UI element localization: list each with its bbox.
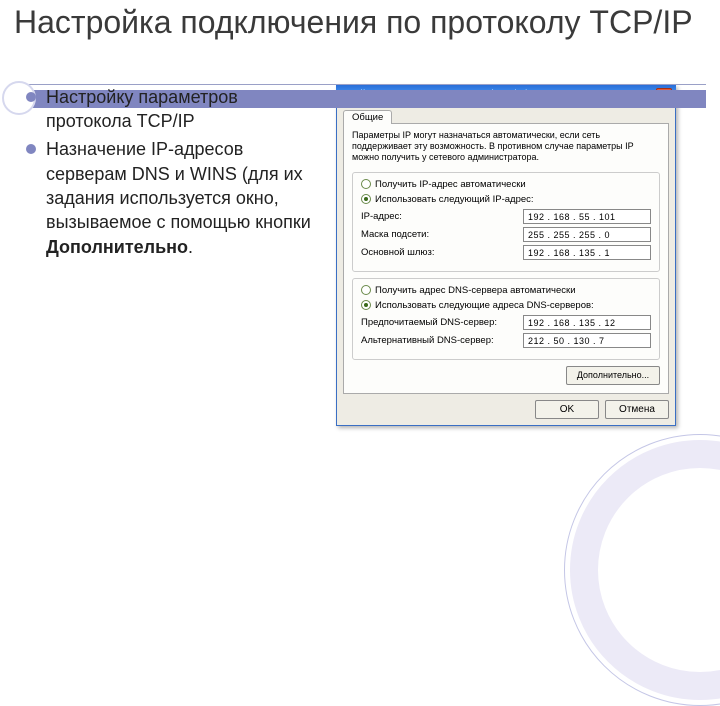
cancel-button[interactable]: Отмена	[605, 400, 669, 419]
radio-manual-dns[interactable]	[361, 300, 371, 310]
radio-auto-dns[interactable]	[361, 285, 371, 295]
tab-general[interactable]: Общие	[343, 110, 392, 124]
label-ip: IP-адрес:	[361, 211, 523, 222]
label-dns1: Предпочитаемый DNS-сервер:	[361, 317, 523, 328]
ip-field[interactable]: 192 . 168 . 55 . 101	[523, 209, 651, 224]
radio-manual-ip[interactable]	[361, 194, 371, 204]
gateway-field[interactable]: 192 . 168 . 135 . 1	[523, 245, 651, 260]
advanced-button[interactable]: Дополнительно...	[566, 366, 660, 385]
hint-text: Параметры IP могут назначаться автоматич…	[352, 130, 660, 164]
list-item: Назначение IP-адресов серверам DNS и WIN…	[22, 137, 322, 258]
label-gateway: Основной шлюз:	[361, 247, 523, 258]
bullet-text: .	[188, 237, 193, 257]
footer-decoration	[570, 440, 720, 700]
bullet-text: Назначение IP-адресов серверам DNS и WIN…	[46, 139, 311, 232]
list-item: Настройку параметров протокола TCP/IP	[22, 85, 322, 134]
radio-label: Использовать следующий IP-адрес:	[375, 194, 534, 205]
mask-field[interactable]: 255 . 255 . 255 . 0	[523, 227, 651, 242]
dns2-field[interactable]: 212 . 50 . 130 . 7	[523, 333, 651, 348]
radio-label: Получить IP-адрес автоматически	[375, 179, 526, 190]
radio-label: Использовать следующие адреса DNS-сервер…	[375, 300, 594, 311]
ok-button[interactable]: OK	[535, 400, 599, 419]
page-title: Настройка подключения по протоколу TCP/I…	[14, 4, 706, 41]
radio-label: Получить адрес DNS-сервера автоматически	[375, 285, 576, 296]
dns1-field[interactable]: 192 . 168 . 135 . 12	[523, 315, 651, 330]
radio-auto-ip[interactable]	[361, 179, 371, 189]
bullet-emphasis: Дополнительно	[46, 237, 188, 257]
bullet-text: Настройку параметров протокола TCP/IP	[46, 87, 238, 131]
dialog-window: Свойства: Протокол Интернета (TCP/IP) × …	[336, 85, 676, 426]
label-mask: Маска подсети:	[361, 229, 523, 240]
bullet-list: Настройку параметров протокола TCP/IP На…	[22, 85, 322, 426]
label-dns2: Альтернативный DNS-сервер:	[361, 335, 523, 346]
